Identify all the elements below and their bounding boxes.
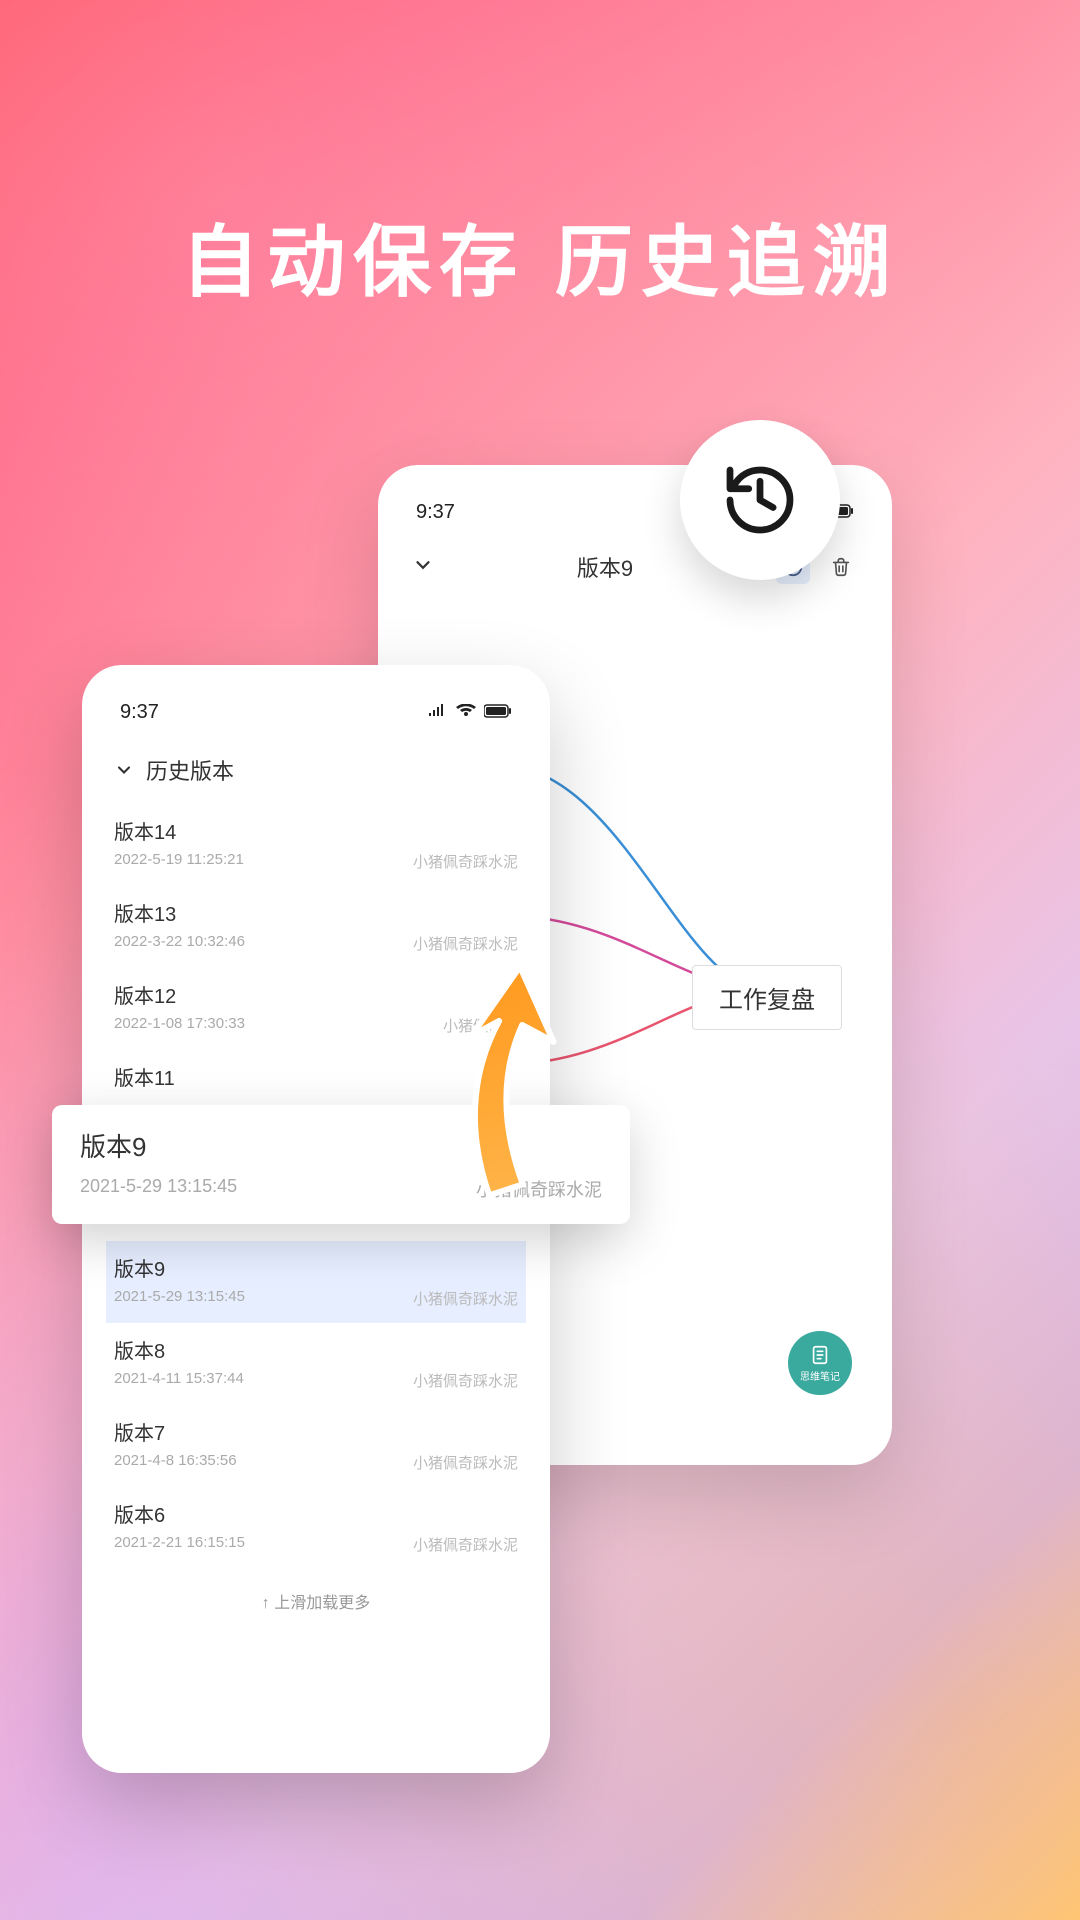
version-date: 2022-1-08 17:30:33: [114, 1015, 245, 1036]
version-author: 小猪佩奇踩水泥: [413, 933, 518, 954]
signal-icon: [428, 701, 448, 724]
version-title: 版本8: [114, 1335, 518, 1364]
version-author: 小猪佩奇踩水泥: [413, 1534, 518, 1555]
version-item[interactable]: 版本14 2022-5-19 11:25:21 小猪佩奇踩水泥: [110, 804, 522, 886]
chevron-down-icon: [114, 760, 134, 780]
version-date: 2021-2-21 16:15:15: [114, 1534, 245, 1555]
version-author: 小猪佩奇踩水泥: [413, 1452, 518, 1473]
list-header[interactable]: 历史版本: [110, 744, 522, 804]
arrow-icon: [390, 944, 630, 1220]
battery-icon: [484, 701, 512, 724]
version-author: 小猪佩奇踩水泥: [413, 1370, 518, 1391]
version-item[interactable]: 版本13 2022-3-22 10:32:46 小猪佩奇踩水泥: [110, 886, 522, 968]
version-date: 2022-5-19 11:25:21: [114, 851, 244, 872]
version-author: 小猪佩奇踩水泥: [413, 1288, 518, 1309]
version-title: 版本7: [114, 1417, 518, 1446]
version-title: 版本6: [114, 1499, 518, 1528]
trash-icon[interactable]: [824, 550, 858, 584]
page-headline: 自动保存 历史追溯: [0, 200, 1080, 312]
callout-date: 2021-5-29 13:15:45: [80, 1176, 237, 1202]
version-item[interactable]: 版本8 2021-4-11 15:37:44 小猪佩奇踩水泥: [110, 1323, 522, 1405]
version-date: 2021-4-11 15:37:44: [114, 1370, 244, 1391]
version-date: 2021-4-8 16:35:56: [114, 1452, 237, 1473]
status-bar: 9:37: [110, 697, 522, 744]
notes-fab[interactable]: 思维笔记: [788, 1331, 852, 1395]
version-title: 版本9: [114, 1253, 518, 1282]
status-time: 9:37: [416, 501, 455, 524]
list-header-title: 历史版本: [146, 754, 234, 786]
version-title: 版本13: [114, 898, 518, 927]
version-item-selected[interactable]: 版本9 2021-5-29 13:15:45 小猪佩奇踩水泥: [106, 1241, 526, 1323]
version-author: 小猪佩奇踩水泥: [413, 851, 518, 872]
status-time: 9:37: [120, 701, 159, 724]
mindmap-center-node[interactable]: 工作复盘: [692, 965, 842, 1030]
back-chevron-icon[interactable]: [412, 554, 434, 581]
wifi-icon: [456, 701, 476, 724]
version-date: 2022-3-22 10:32:46: [114, 933, 245, 954]
version-title: 版本14: [114, 816, 518, 845]
version-item[interactable]: 版本7 2021-4-8 16:35:56 小猪佩奇踩水泥: [110, 1405, 522, 1487]
load-more-hint: ↑ 上滑加载更多: [110, 1569, 522, 1633]
version-item[interactable]: 版本6 2021-2-21 16:15:15 小猪佩奇踩水泥: [110, 1487, 522, 1569]
document-title: 版本9: [577, 551, 633, 583]
history-badge: [680, 420, 840, 580]
fab-label: 思维笔记: [800, 1368, 840, 1383]
version-date: 2021-5-29 13:15:45: [114, 1288, 245, 1309]
